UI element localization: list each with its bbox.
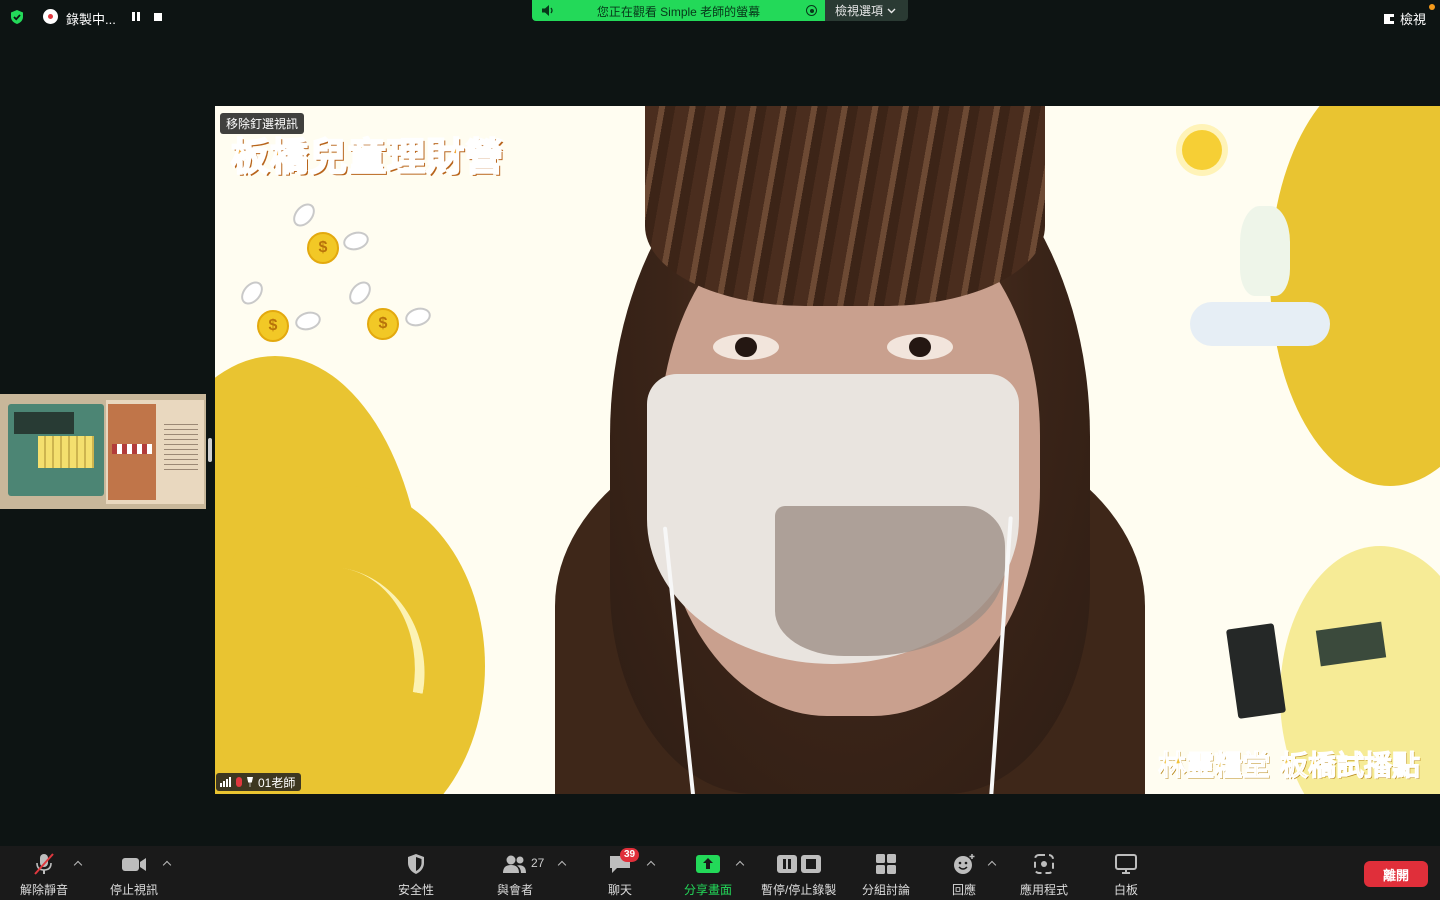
muted-mic-icon [236,777,242,787]
notification-dot [1429,4,1435,10]
flying-coin-icon: $ [257,310,289,342]
video-footer-overlay: 林靈糧堂 板橋試播點 [1158,749,1421,783]
participant-name: 01老師 [258,775,296,790]
security-button[interactable]: 安全性 [398,852,434,898]
recording-status-text: 錄製中... [66,12,116,27]
security-label: 安全性 [398,883,435,897]
audio-options-chevron-icon[interactable] [73,858,83,868]
thumbnail-register-keys [38,436,94,468]
apps-button[interactable]: 應用程式 [1020,852,1068,898]
mic-muted-icon [30,852,58,876]
chevron-down-icon [887,8,896,14]
view-layout-icon [1383,13,1395,24]
screen-share-banner: 您正在觀看 Simple 老師的螢幕 檢視選項 [532,0,908,21]
coin-wing [293,308,323,334]
share-screen-label: 分享畫面 [684,883,733,897]
chat-unread-badge: 39 [620,848,640,862]
view-options-dropdown[interactable]: 檢視選項 [825,0,908,21]
reactions-options-chevron-icon[interactable] [987,858,997,868]
share-screen-button[interactable]: 分享畫面 [684,852,732,898]
meeting-toolbar: 解除靜音 停止視訊 安全性 27 與會者 39 聊天 分享畫面 暫停/停止錄製 … [0,846,1440,900]
coin-wing [403,304,433,330]
apps-label: 應用程式 [1020,883,1069,897]
whiteboard-icon [1112,852,1140,876]
sun-icon [1182,130,1222,170]
chat-bubble-icon: 39 [606,848,640,876]
video-title-overlay: 板橋兒童理財營 [230,134,505,180]
coin-wing [288,199,320,231]
participants-count: 27 [531,856,545,870]
participants-button[interactable]: 27 與會者 [497,852,544,898]
chat-button[interactable]: 39 聊天 [606,848,640,898]
angel-illustration [1240,206,1290,296]
view-button[interactable]: 檢視 [1383,9,1426,28]
whiteboard-button[interactable]: 白板 [1112,852,1140,898]
video-camera-icon [120,852,148,876]
pause-stop-record-label: 暫停/停止錄製 [761,883,837,897]
view-button-label: 檢視 [1399,12,1426,27]
thumbnail-awning [112,444,152,454]
background-blob [1270,106,1440,486]
breakout-rooms-label: 分組討論 [862,883,911,897]
emoji-reaction-icon [950,852,978,876]
stop-video-button[interactable]: 停止視訊 [110,852,158,898]
coin-wing [236,277,268,309]
flying-coin-icon: $ [367,308,399,340]
thumbnail-text-block [164,424,198,470]
leave-meeting-button[interactable]: 離開 [1364,861,1428,887]
flying-coin-icon: $ [307,232,339,264]
connection-signal-icon [220,777,231,787]
unpin-video-button[interactable]: 移除釘選視訊 [220,113,305,134]
pause-stop-record-button[interactable]: 暫停/停止錄製 [761,852,836,898]
participants-icon: 27 [501,852,544,876]
thumbnail-register-screen [14,412,74,434]
security-shield-icon [402,852,430,876]
shared-screen-thumbnail[interactable] [0,392,206,509]
reactions-button[interactable]: 回應 [950,852,978,898]
participant-name-tag: 01老師 [216,773,302,791]
coin-wing [341,228,371,254]
video-options-chevron-icon[interactable] [162,858,172,868]
stop-video-label: 停止視訊 [110,883,159,897]
pin-icon [247,777,253,787]
pause-recording-icon[interactable] [131,12,141,22]
thumbnail-resize-handle[interactable] [208,438,212,462]
person-eye [887,334,953,360]
chat-label: 聊天 [607,883,632,897]
encryption-shield-icon[interactable] [10,10,24,24]
pause-stop-record-icon [773,852,825,876]
breakout-rooms-icon [872,852,900,876]
participants-label: 與會者 [497,883,534,897]
unmute-label: 解除靜音 [20,883,69,897]
unmute-button[interactable]: 解除靜音 [20,852,68,898]
phone-illustration [1225,623,1287,719]
coin-wing [344,277,376,309]
reactions-label: 回應 [951,883,976,897]
person-eye [713,334,779,360]
pinned-video[interactable]: $ $ $ 板橋兒童理財營 林靈糧堂 板橋試播點 [215,106,1440,794]
apps-icon [1030,852,1058,876]
share-options-chevron-icon[interactable] [735,858,745,868]
person-bangs [645,106,1045,306]
participants-options-chevron-icon[interactable] [557,858,567,868]
recording-indicator-icon [43,9,58,24]
meeting-stage: 錄製中... 您正在觀看 Simple 老師的螢幕 檢視選項 檢視 $ $ $ … [0,0,1440,846]
stop-recording-icon[interactable] [154,13,162,21]
whiteboard-label: 白板 [1113,883,1138,897]
share-focus-icon [806,5,817,16]
breakout-rooms-button[interactable]: 分組討論 [862,852,910,898]
viewing-share-text: 您正在觀看 Simple 老師的螢幕 [596,5,761,19]
share-screen-icon [694,852,722,876]
cloud-illustration [1190,302,1330,346]
viewing-share-notice: 您正在觀看 Simple 老師的螢幕 [532,0,825,21]
view-options-label: 檢視選項 [835,4,884,18]
chat-options-chevron-icon[interactable] [646,858,656,868]
